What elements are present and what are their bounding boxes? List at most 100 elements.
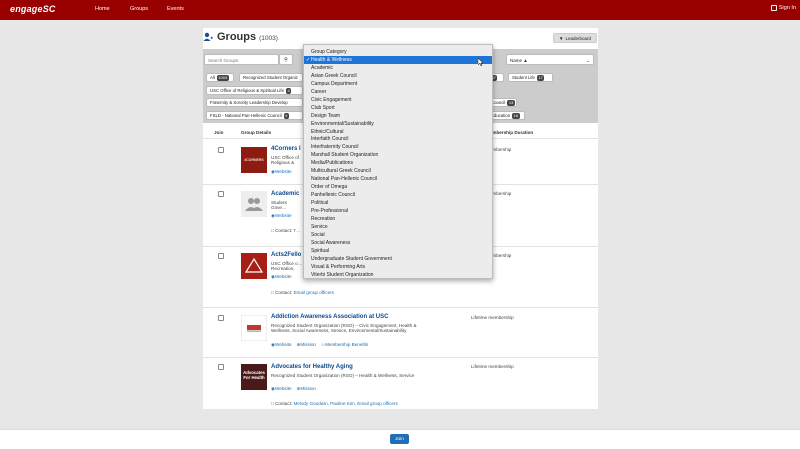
dropdown-placeholder-option[interactable]: Group Category [304,48,492,56]
dropdown-option[interactable]: Social [304,231,492,239]
dropdown-option[interactable]: Design Team [304,112,492,120]
dropdown-option-label: Health & Wellness [311,56,352,63]
nav-groups-link[interactable]: Groups [130,6,148,12]
nav-home-link[interactable]: Home [95,6,110,12]
mission-link[interactable]: ⊕Mission [297,342,316,348]
search-button[interactable]: ⚲ [279,54,293,65]
dropdown-option[interactable]: Pre-Professional [304,207,492,215]
chip-label: Education [491,113,511,118]
dropdown-option[interactable]: Order of Omega [304,183,492,191]
dropdown-option[interactable]: Media/Publications [304,159,492,167]
dropdown-option[interactable]: Spiritual [304,247,492,255]
group-name-link[interactable]: 4Corners I [271,146,301,152]
dropdown-option-label: Civic Engagement [311,96,352,103]
dropdown-option[interactable]: Viterbi Student Organization [304,271,492,279]
dropdown-option[interactable]: Visual & Performing Arts [304,263,492,271]
dropdown-option[interactable]: Interfaith Council [304,135,492,143]
join-checkbox[interactable] [218,191,224,197]
dropdown-option[interactable]: National Pan-Hellenic Council [304,175,492,183]
website-link[interactable]: ◉Website [271,386,292,392]
chip-label: All [210,75,215,80]
website-link[interactable]: ◉Website [271,342,292,348]
chip-count: 4 [285,87,292,94]
dropdown-option[interactable]: Recreation [304,215,492,223]
group-contact: □ Contact: Melody Goodwin, Pauline Kim, … [271,401,411,407]
group-links: ◉Website ⊕Mission ☆Membership Benefits [271,342,368,348]
dropdown-option-label: National Pan-Hellenic Council [311,176,378,183]
search-input[interactable]: Search Groups [204,54,279,65]
dropdown-option[interactable]: Interfraternity Council [304,143,492,151]
website-label: Website [275,213,292,218]
website-link[interactable]: ◉Website [271,213,292,219]
website-label: Website [275,169,292,174]
sign-in-button[interactable]: Sign In [770,5,796,11]
group-description: Student Gove… Wellness, Serv… [271,200,291,211]
membership-duration: Lifetime membership [471,364,514,369]
leaderboard-button[interactable]: ▼ Leaderboard [553,33,597,43]
dropdown-option[interactable]: Social Awareness [304,239,492,247]
dropdown-option[interactable]: Environmental/Sustainability [304,120,492,128]
dropdown-option[interactable]: Multicultural Greek Council [304,167,492,175]
dropdown-option-label: Career [311,88,327,95]
dropdown-option[interactable]: Club Sport [304,104,492,112]
dropdown-option[interactable]: Ethnic/Cultural [304,128,492,136]
dropdown-option[interactable]: ✓ Health & Wellness [304,55,492,64]
group-name-link[interactable]: Addiction Awareness Association at USC [271,314,388,320]
mission-link[interactable]: ⊕Mission [297,386,316,392]
sort-select[interactable]: Name ▲ ⌄ [506,54,594,65]
dropdown-option[interactable]: Academic [304,64,492,72]
dropdown-option-label: Recreation [311,215,336,222]
filter-chip-nphc[interactable]: FSLD - National Pan-Hellenic Council 9 [206,111,303,120]
website-link[interactable]: ◉Website [271,169,292,175]
dropdown-option[interactable]: Service [304,223,492,231]
dropdown-option-label: Campus Department [311,80,358,87]
membership-benefits-link[interactable]: ☆Membership Benefits [321,342,368,348]
filter-chip-fsld[interactable]: Fraternity & Sorority Leadership Develop [206,98,303,107]
dropdown-option[interactable]: Undergraduate Student Government [304,255,492,263]
dropdown-option[interactable]: Marshall Student Organization [304,151,492,159]
dropdown-option[interactable]: Panhellenic Council [304,191,492,199]
join-checkbox[interactable] [218,147,224,153]
join-checkbox[interactable] [218,253,224,259]
group-name-link[interactable]: Advocates for Healthy Aging [271,364,353,370]
join-button[interactable]: Join [390,434,409,444]
dropdown-option-label: Spiritual [311,247,330,254]
filter-chip-all[interactable]: All 1003 [206,73,234,82]
contact-link[interactable]: Melody Goodwin, Pauline Kim, Email group… [293,401,397,406]
filter-chip-religious-life[interactable]: USC Office of Religious & Spiritual Life… [206,86,303,95]
sort-value: Name ▲ [510,58,528,63]
join-checkbox[interactable] [218,315,224,321]
dropdown-option-label: Ethnic/Cultural [311,128,344,135]
join-checkbox[interactable] [218,364,224,370]
nav-events-link[interactable]: Events [167,6,184,12]
contact-link[interactable]: Email group officers [293,290,334,295]
dropdown-option[interactable]: Civic Engagement [304,96,492,104]
group-thumbnail: 4CORNERS [241,147,267,173]
dropdown-option-label: Viterbi Student Organization [311,271,374,278]
site-logo[interactable]: engageSC [10,4,56,14]
checkmark-icon: ✓ [306,56,311,63]
group-links: ◉Website [271,169,292,175]
contact-icon: □ [271,401,274,406]
dropdown-option-label: Club Sport [311,104,335,111]
dropdown-option[interactable]: Asian Greek Council [304,72,492,80]
filter-chip-student-life[interactable]: Student Life 17 [508,73,553,82]
dropdown-option[interactable]: Campus Department [304,80,492,88]
contact-label: Contact: [275,228,293,233]
group-name-link[interactable]: Acts2Fello [271,252,301,258]
website-link[interactable]: ◉Website [271,274,292,280]
group-description: Recognized Student Organization (RSO) – … [271,323,417,334]
filter-chip-rso[interactable]: Recognized Student Organiz [239,73,303,82]
chevron-down-icon: ⌄ [586,58,590,63]
dropdown-option[interactable]: Political [304,199,492,207]
dropdown-option-label: Design Team [311,112,341,119]
group-category-dropdown[interactable]: Group Category ✓ Health & Wellness Academic… [303,44,493,279]
chip-label: Recognized Student Organiz [243,75,298,80]
dropdown-option[interactable]: Career [304,88,492,96]
group-links: ◉Website [271,213,292,219]
dropdown-option-label: Multicultural Greek Council [311,168,371,175]
group-name-link[interactable]: Academic [271,191,299,197]
contact-link[interactable]: T… [293,228,300,233]
col-group-details: Group Details [241,130,272,135]
dropdown-option-label: Service [311,223,328,230]
